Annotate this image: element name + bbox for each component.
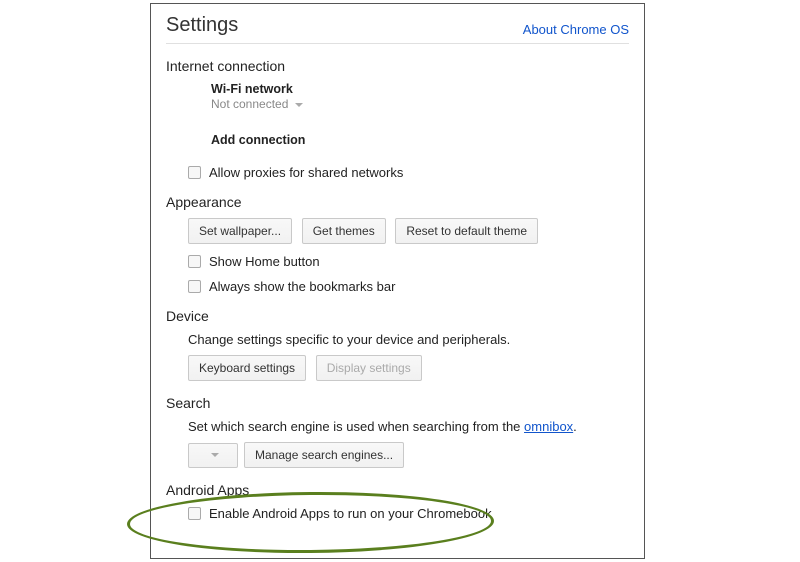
enable-android-row[interactable]: Enable Android Apps to run on your Chrom… <box>188 506 629 521</box>
allow-proxies-checkbox[interactable] <box>188 166 201 179</box>
reset-theme-button[interactable]: Reset to default theme <box>395 218 538 244</box>
search-section: Set which search engine is used when sea… <box>166 419 629 468</box>
chevron-down-icon <box>211 453 219 457</box>
add-connection-link[interactable]: Add connection <box>211 133 629 147</box>
search-desc: Set which search engine is used when sea… <box>188 419 629 434</box>
section-title-android: Android Apps <box>166 482 629 498</box>
header: Settings About Chrome OS <box>166 14 629 44</box>
device-desc: Change settings specific to your device … <box>188 332 629 347</box>
set-wallpaper-button[interactable]: Set wallpaper... <box>188 218 292 244</box>
device-section: Change settings specific to your device … <box>166 332 629 381</box>
settings-panel: Settings About Chrome OS Internet connec… <box>150 3 645 559</box>
show-home-row[interactable]: Show Home button <box>188 254 629 269</box>
android-section: Enable Android Apps to run on your Chrom… <box>166 506 629 521</box>
show-home-checkbox[interactable] <box>188 255 201 268</box>
page-title: Settings <box>166 14 238 37</box>
get-themes-button[interactable]: Get themes <box>302 218 386 244</box>
show-bookmarks-row[interactable]: Always show the bookmarks bar <box>188 279 629 294</box>
allow-proxies-row[interactable]: Allow proxies for shared networks <box>188 165 629 180</box>
search-desc-post: . <box>573 419 577 434</box>
allow-proxies-label: Allow proxies for shared networks <box>209 165 403 180</box>
search-desc-pre: Set which search engine is used when sea… <box>188 419 524 434</box>
show-home-label: Show Home button <box>209 254 320 269</box>
wifi-status: Not connected <box>211 97 288 111</box>
section-title-device: Device <box>166 308 629 324</box>
section-title-internet: Internet connection <box>166 58 629 74</box>
about-chrome-os-link[interactable]: About Chrome OS <box>523 22 629 37</box>
enable-android-label: Enable Android Apps to run on your Chrom… <box>209 506 492 521</box>
internet-section: Wi-Fi network Not connected Add connecti… <box>166 82 629 147</box>
wifi-network-label: Wi-Fi network <box>211 82 629 96</box>
omnibox-link[interactable]: omnibox <box>524 419 573 434</box>
appearance-section: Set wallpaper... Get themes Reset to def… <box>166 218 629 294</box>
display-settings-button[interactable]: Display settings <box>316 355 422 381</box>
keyboard-settings-button[interactable]: Keyboard settings <box>188 355 306 381</box>
show-bookmarks-checkbox[interactable] <box>188 280 201 293</box>
chevron-down-icon <box>295 103 303 107</box>
show-bookmarks-label: Always show the bookmarks bar <box>209 279 395 294</box>
section-title-search: Search <box>166 395 629 411</box>
enable-android-checkbox[interactable] <box>188 507 201 520</box>
wifi-network-row[interactable]: Wi-Fi network Not connected <box>211 82 629 111</box>
manage-search-engines-button[interactable]: Manage search engines... <box>244 442 404 468</box>
search-engine-dropdown[interactable] <box>188 443 238 468</box>
section-title-appearance: Appearance <box>166 194 629 210</box>
